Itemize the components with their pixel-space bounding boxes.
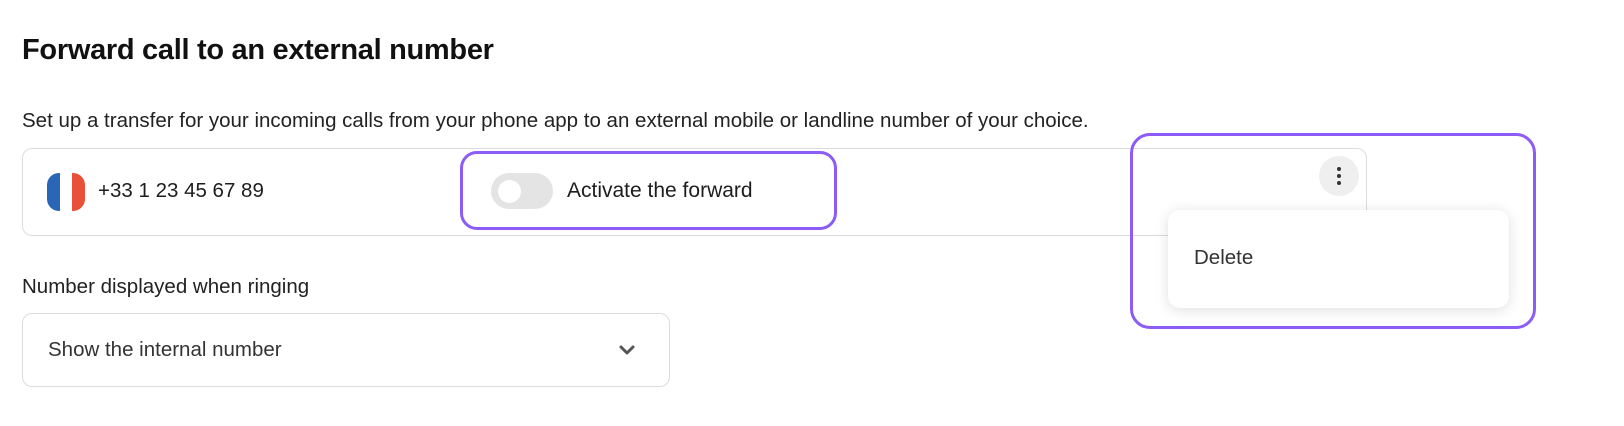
- options-menu: Delete: [1168, 210, 1509, 308]
- phone-number: +33 1 23 45 67 89: [98, 179, 264, 202]
- page-title: Forward call to an external number: [22, 34, 494, 66]
- activate-forward-label: Activate the forward: [567, 179, 753, 202]
- france-flag-icon: [47, 173, 85, 211]
- page-description: Set up a transfer for your incoming call…: [22, 109, 1089, 132]
- more-options-button[interactable]: [1319, 156, 1359, 196]
- caller-display-select[interactable]: Show the internal number: [22, 313, 670, 387]
- caller-display-label: Number displayed when ringing: [22, 275, 310, 298]
- chevron-down-icon: [619, 345, 635, 355]
- forward-number-row: +33 1 23 45 67 89 Activate the forward: [22, 148, 1367, 236]
- activate-forward-toggle[interactable]: [491, 173, 553, 209]
- delete-menu-item[interactable]: Delete: [1194, 246, 1253, 270]
- forward-toggle-group: Activate the forward: [491, 173, 753, 209]
- more-vertical-icon: [1337, 166, 1341, 187]
- toggle-knob: [498, 180, 521, 203]
- caller-display-value: Show the internal number: [48, 338, 282, 361]
